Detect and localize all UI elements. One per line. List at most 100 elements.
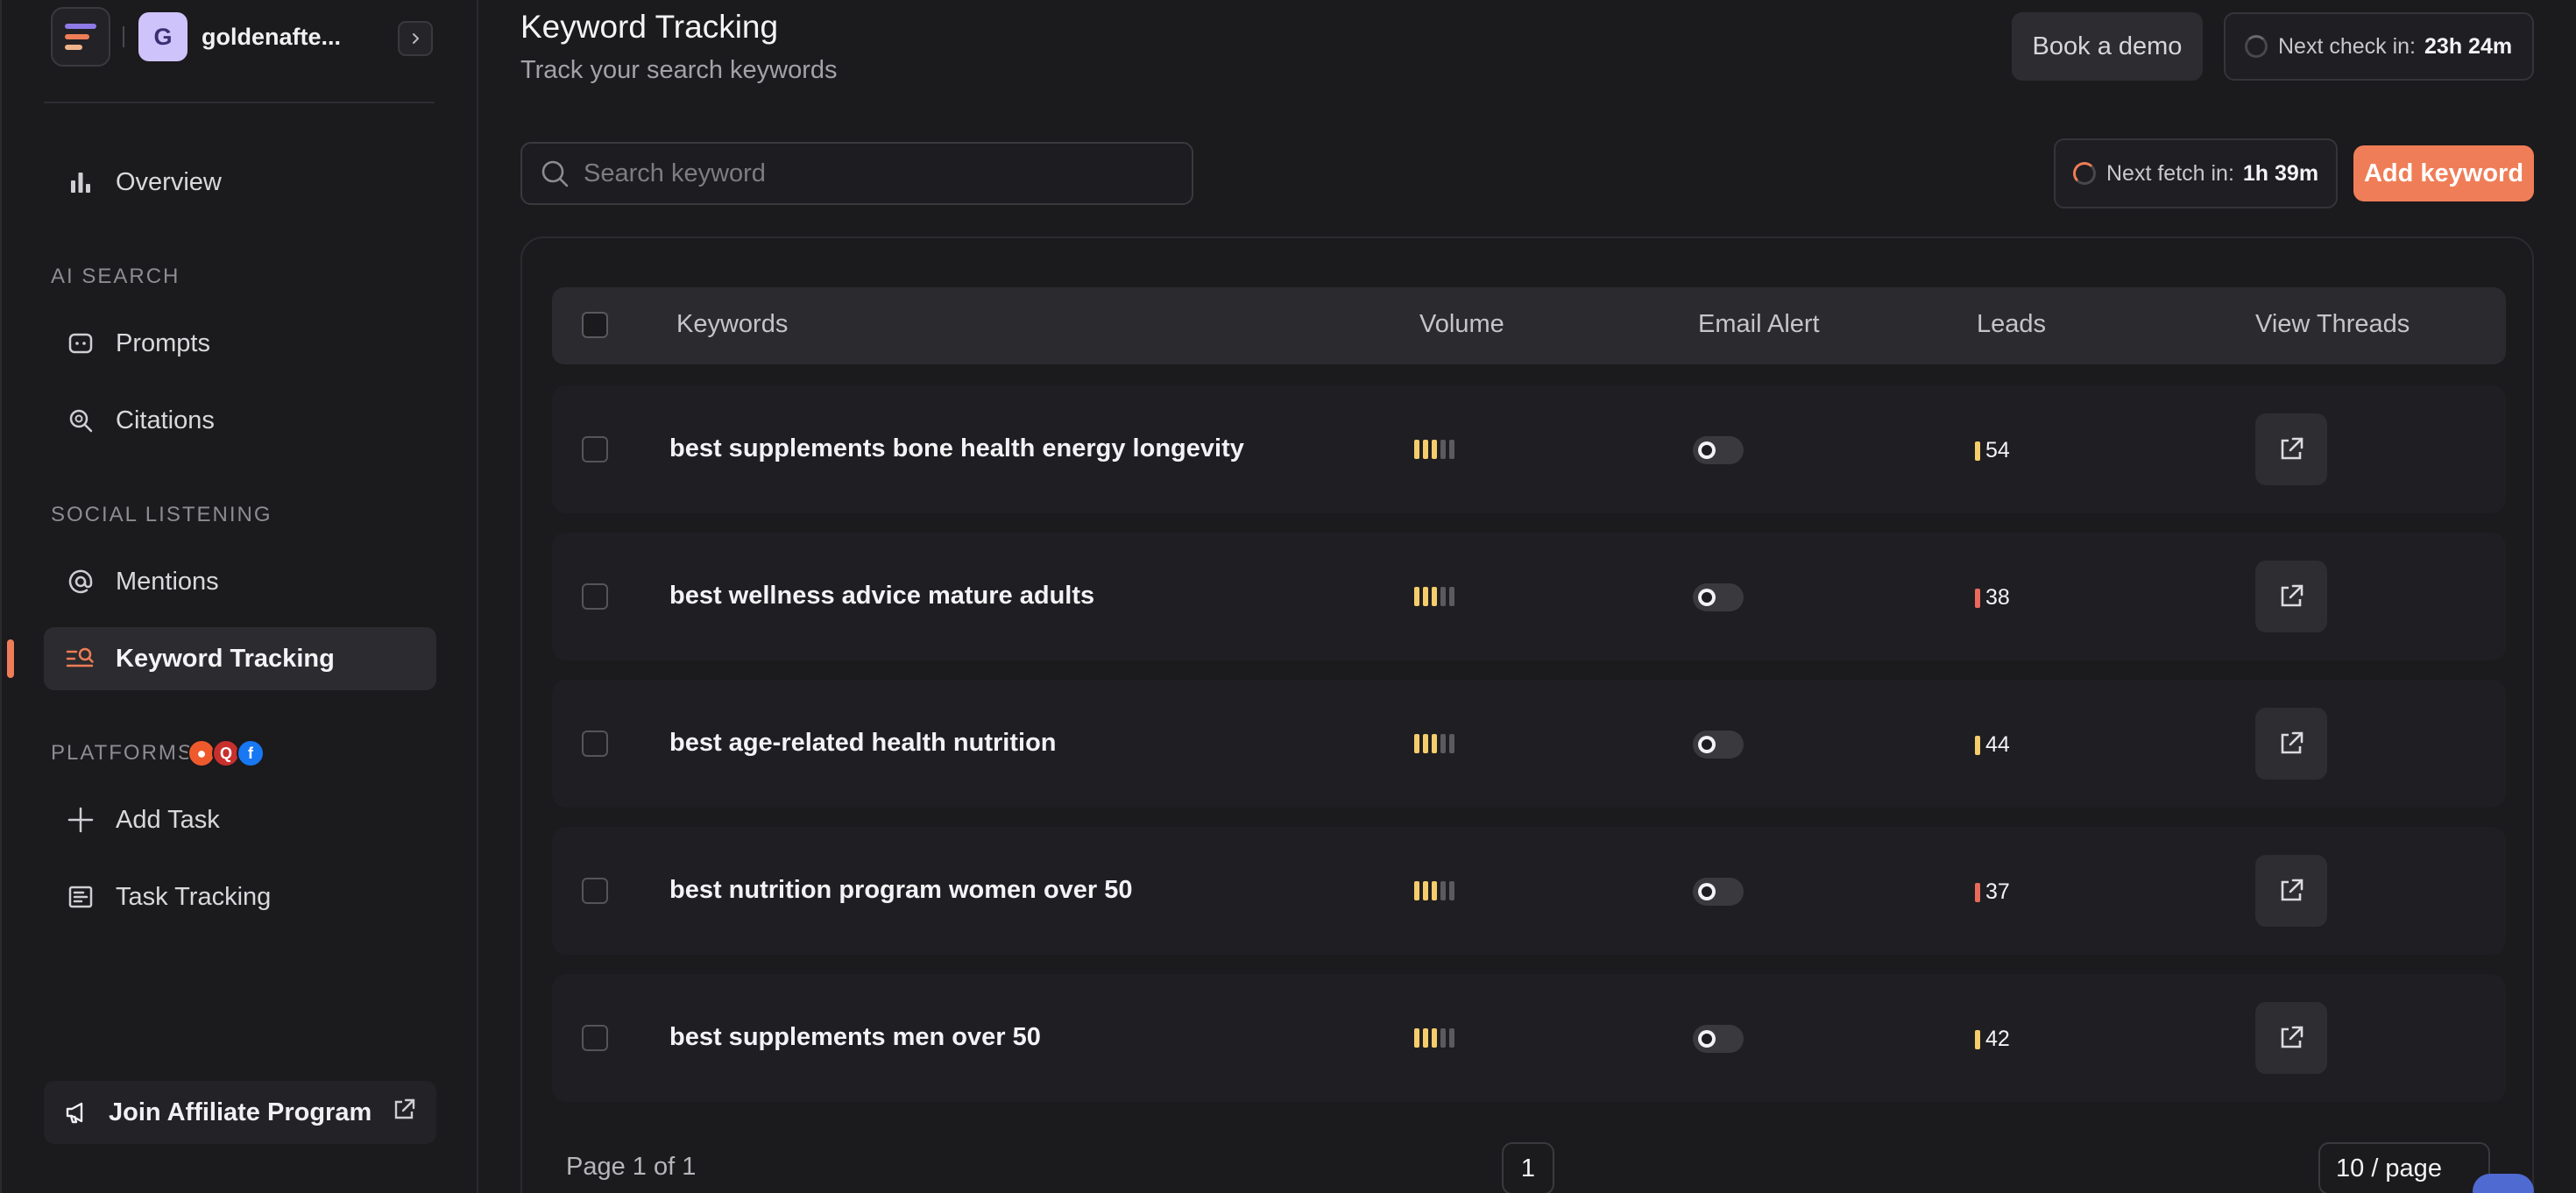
volume-indicator bbox=[1414, 734, 1454, 753]
leads-count: 54 bbox=[1975, 438, 2010, 463]
divider bbox=[44, 102, 435, 103]
loading-spinner-icon bbox=[2073, 162, 2096, 185]
workspace-switcher[interactable]: G goldenafte... bbox=[51, 7, 433, 67]
section-label-platforms: PLATFORMS bbox=[51, 741, 194, 765]
facebook-icon: f bbox=[237, 739, 265, 767]
collapse-sidebar-button[interactable] bbox=[398, 21, 433, 56]
search-input[interactable] bbox=[584, 159, 1162, 188]
next-fetch-label: Next fetch in: bbox=[2106, 160, 2234, 186]
page-button[interactable]: 1 bbox=[1502, 1142, 1554, 1193]
volume-indicator bbox=[1414, 587, 1454, 606]
table-row[interactable]: best wellness advice mature adults 38 bbox=[552, 533, 2506, 660]
sidebar-item-label: Prompts bbox=[116, 328, 210, 357]
sidebar-item-label: Task Tracking bbox=[116, 882, 272, 911]
view-threads-button[interactable] bbox=[2255, 561, 2327, 632]
search-icon bbox=[541, 160, 569, 187]
email-alert-toggle[interactable] bbox=[1693, 436, 1744, 464]
keywords-table: Keywords Volume Email Alert Leads View T… bbox=[520, 236, 2534, 1193]
column-header-leads[interactable]: Leads bbox=[1977, 310, 2046, 339]
external-link-icon bbox=[391, 1097, 417, 1130]
keyword-text: best age-related health nutrition bbox=[669, 729, 1057, 757]
sidebar-item-label: Add Task bbox=[116, 805, 220, 834]
platform-icons: ● Q f bbox=[188, 739, 265, 767]
sidebar-item-keyword-tracking[interactable]: Keyword Tracking bbox=[44, 627, 436, 690]
sidebar-item-mentions[interactable]: Mentions bbox=[44, 550, 436, 613]
sidebar-item-task-tracking[interactable]: Task Tracking bbox=[44, 865, 436, 928]
table-header: Keywords Volume Email Alert Leads View T… bbox=[552, 287, 2506, 364]
next-check-value: 23h 24m bbox=[2424, 33, 2513, 59]
sidebar-item-overview[interactable]: Overview bbox=[44, 151, 436, 214]
view-threads-button[interactable] bbox=[2255, 855, 2327, 927]
view-threads-button[interactable] bbox=[2255, 413, 2327, 485]
row-checkbox[interactable] bbox=[582, 731, 608, 757]
section-label-ai-search: AI SEARCH bbox=[51, 265, 180, 288]
column-header-email-alert[interactable]: Email Alert bbox=[1698, 310, 1820, 339]
workspace-avatar: G bbox=[138, 12, 188, 61]
pagination-summary: Page 1 of 1 bbox=[566, 1153, 697, 1181]
search-document-icon bbox=[65, 405, 96, 436]
volume-indicator bbox=[1414, 440, 1454, 459]
leads-bar bbox=[1975, 588, 1980, 608]
view-threads-button[interactable] bbox=[2255, 1002, 2327, 1074]
app-logo[interactable] bbox=[51, 7, 110, 67]
keyword-text: best supplements men over 50 bbox=[669, 1023, 1041, 1051]
row-checkbox[interactable] bbox=[582, 1025, 608, 1051]
email-alert-toggle[interactable] bbox=[1693, 878, 1744, 906]
table-row[interactable]: best age-related health nutrition 44 bbox=[552, 680, 2506, 808]
chat-icon bbox=[65, 328, 96, 359]
sidebar-item-label: Citations bbox=[116, 406, 215, 434]
task-list-icon bbox=[65, 881, 96, 913]
section-label-social-listening: SOCIAL LISTENING bbox=[51, 503, 272, 526]
sidebar: G goldenafte... Overview AI SEARCH Promp… bbox=[0, 0, 478, 1193]
email-alert-toggle[interactable] bbox=[1693, 1025, 1744, 1053]
external-link-icon bbox=[2281, 584, 2304, 607]
row-checkbox[interactable] bbox=[582, 436, 608, 462]
loading-spinner-icon bbox=[2245, 35, 2268, 58]
row-checkbox[interactable] bbox=[582, 878, 608, 904]
next-fetch-value: 1h 39m bbox=[2242, 160, 2319, 186]
view-threads-button[interactable] bbox=[2255, 708, 2327, 780]
volume-indicator bbox=[1414, 881, 1454, 900]
column-header-keywords[interactable]: Keywords bbox=[676, 310, 788, 339]
external-link-icon bbox=[2281, 879, 2304, 901]
leads-count: 42 bbox=[1975, 1027, 2010, 1052]
sidebar-item-prompts[interactable]: Prompts bbox=[44, 312, 436, 375]
sidebar-item-add-task[interactable]: Add Task bbox=[44, 788, 436, 851]
sidebar-item-label: Keyword Tracking bbox=[116, 644, 335, 673]
page-size-select[interactable]: 10 / page bbox=[2318, 1142, 2490, 1193]
external-link-icon bbox=[2281, 437, 2304, 460]
column-header-view-threads[interactable]: View Threads bbox=[2255, 310, 2410, 339]
workspace-name[interactable]: goldenafte... bbox=[202, 24, 341, 51]
table-row[interactable]: best supplements men over 50 42 bbox=[552, 974, 2506, 1102]
select-all-checkbox[interactable] bbox=[582, 312, 608, 338]
page-title: Keyword Tracking bbox=[520, 9, 779, 45]
table-row[interactable]: best supplements bone health energy long… bbox=[552, 385, 2506, 513]
divider bbox=[123, 26, 124, 47]
add-keyword-button[interactable]: Add keyword bbox=[2353, 145, 2534, 201]
external-link-icon bbox=[2281, 1026, 2304, 1048]
at-sign-icon bbox=[65, 566, 96, 597]
sidebar-item-citations[interactable]: Citations bbox=[44, 389, 436, 452]
next-check-label: Next check in: bbox=[2278, 33, 2417, 59]
sidebar-item-label: Overview bbox=[116, 167, 222, 196]
page-subtitle: Track your search keywords bbox=[520, 56, 838, 84]
volume-indicator bbox=[1414, 1028, 1454, 1048]
row-checkbox[interactable] bbox=[582, 583, 608, 610]
join-affiliate-button[interactable]: Join Affiliate Program bbox=[44, 1081, 436, 1144]
leads-bar bbox=[1975, 441, 1980, 461]
leads-bar bbox=[1975, 1029, 1980, 1049]
book-demo-button[interactable]: Book a demo bbox=[2012, 12, 2203, 81]
chat-widget-button[interactable] bbox=[2473, 1174, 2534, 1193]
search-field[interactable] bbox=[520, 142, 1193, 205]
leads-count: 44 bbox=[1975, 732, 2010, 758]
active-indicator bbox=[7, 639, 14, 678]
email-alert-toggle[interactable] bbox=[1693, 731, 1744, 759]
keyword-search-icon bbox=[65, 643, 96, 674]
next-check-indicator: Next check in: 23h 24m bbox=[2224, 12, 2534, 81]
keyword-text: best wellness advice mature adults bbox=[669, 582, 1095, 610]
leads-count: 38 bbox=[1975, 585, 2010, 611]
table-row[interactable]: best nutrition program women over 50 37 bbox=[552, 827, 2506, 955]
email-alert-toggle[interactable] bbox=[1693, 583, 1744, 611]
sidebar-item-label: Mentions bbox=[116, 567, 219, 596]
column-header-volume[interactable]: Volume bbox=[1419, 310, 1504, 339]
